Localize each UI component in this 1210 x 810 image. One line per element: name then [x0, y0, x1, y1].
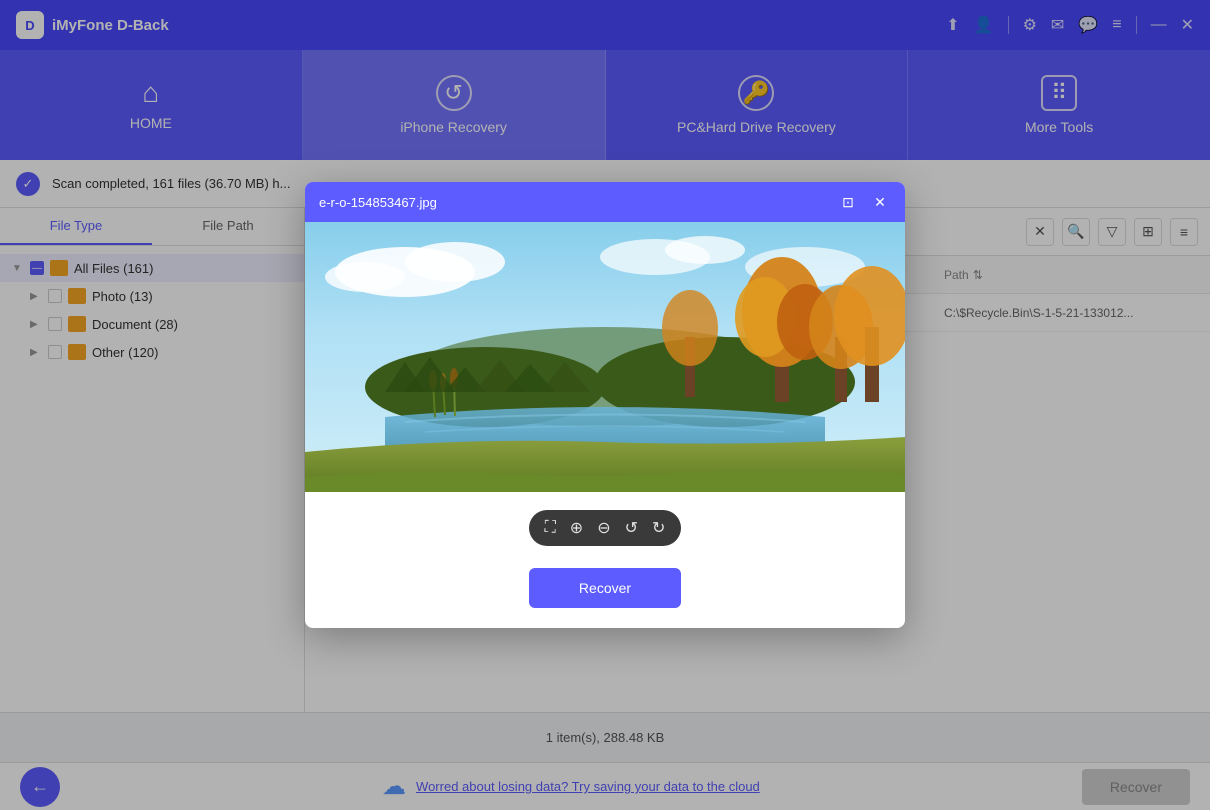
fullscreen-button[interactable]: ⛶ [545, 519, 556, 537]
modal-overlay: e-r-o-154853467.jpg ⊡ ✕ [0, 0, 1210, 810]
modal-recover-area: Recover [305, 554, 905, 628]
rotate-right-button[interactable]: ↻ [652, 518, 665, 538]
modal-header: e-r-o-154853467.jpg ⊡ ✕ [305, 182, 905, 222]
modal-image-area [305, 222, 905, 492]
modal-title: e-r-o-154853467.jpg [319, 195, 827, 210]
image-control-bar: ⛶ ⊕ ⊖ ↺ ↻ [529, 510, 682, 546]
modal-recover-button[interactable]: Recover [529, 568, 681, 608]
modal-close-button[interactable]: ✕ [869, 191, 891, 213]
landscape-image [305, 222, 905, 492]
zoom-in-button[interactable]: ⊕ [570, 518, 583, 538]
rotate-left-button[interactable]: ↺ [625, 518, 638, 538]
zoom-out-button[interactable]: ⊖ [597, 518, 610, 538]
modal-restore-button[interactable]: ⊡ [837, 191, 859, 213]
modal: e-r-o-154853467.jpg ⊡ ✕ [305, 182, 905, 628]
modal-controls: ⛶ ⊕ ⊖ ↺ ↻ [305, 492, 905, 554]
